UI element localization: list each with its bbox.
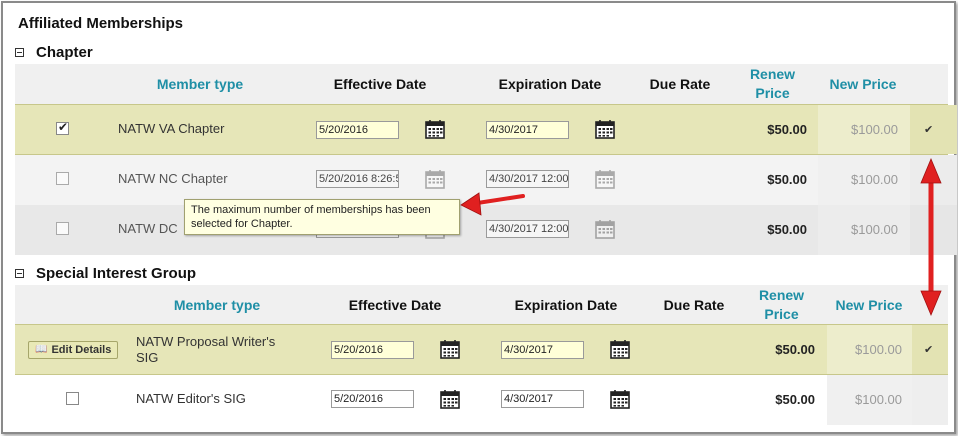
calendar-icon[interactable] [425, 119, 445, 139]
calendar-icon[interactable] [425, 169, 445, 189]
edit-details-label: Edit Details [51, 344, 112, 356]
table-row: NATW DC 4/30/2017 12:00: $50.00 $100.00 [15, 205, 957, 255]
header-expiration-date: Expiration Date [514, 297, 618, 313]
chapter-table: Member type Effective Date Expiration Da… [15, 64, 957, 255]
selected-indicator [910, 205, 957, 255]
checkmark-icon: ✔ [924, 124, 934, 136]
effective-date-input[interactable]: 5/20/2016 8:26:5 [316, 170, 399, 188]
table-row: NATW VA Chapter 5/20/2016 4/30/2017 $50.… [15, 104, 957, 155]
page-title: Affiliated Memberships [18, 15, 184, 32]
header-renew-price[interactable]: Renew Price [739, 286, 824, 324]
member-name-line2: SIG [136, 350, 159, 365]
new-price: $100.00 [855, 342, 902, 357]
new-price-cell: $100.00 [818, 205, 910, 255]
header-due-rate: Due Rate [649, 76, 711, 92]
header-member-type[interactable]: Member type [130, 75, 270, 94]
member-name: NATW VA Chapter [118, 121, 225, 136]
membership-checkbox[interactable] [66, 392, 79, 405]
collapse-minus-icon[interactable] [15, 48, 24, 57]
section-title-sig: Special Interest Group [36, 265, 197, 282]
member-name: NATW Proposal Writer's SIG [136, 334, 275, 366]
renew-price: $50.00 [767, 222, 807, 237]
header-effective-date: Effective Date [333, 76, 427, 92]
effective-date-input[interactable]: 5/20/2016 [316, 121, 399, 139]
expiration-date-input[interactable]: 4/30/2017 12:00: [486, 220, 569, 238]
table-header: Member type Effective Date Expiration Da… [15, 64, 948, 104]
book-icon: 📖 [35, 344, 48, 355]
header-renew-price-line2: Price [764, 306, 799, 322]
table-row: NATW NC Chapter 5/20/2016 8:26:5 4/30/20… [15, 155, 957, 205]
membership-checkbox[interactable] [56, 222, 69, 235]
header-new-price[interactable]: New Price [821, 296, 917, 315]
membership-checkbox[interactable] [56, 172, 69, 185]
renew-price: $50.00 [767, 172, 807, 187]
sig-table: Member type Effective Date Expiration Da… [15, 285, 948, 425]
effective-date-input[interactable]: 5/20/2016 [331, 341, 414, 359]
new-price-cell: $100.00 [818, 105, 910, 154]
selected-indicator [910, 155, 957, 205]
new-price-cell: $100.00 [827, 375, 912, 425]
header-effective-date: Effective Date [348, 297, 442, 313]
calendar-icon[interactable] [595, 169, 615, 189]
edit-details-button[interactable]: 📖 Edit Details [28, 341, 119, 359]
calendar-icon[interactable] [595, 119, 615, 139]
header-renew-price-line1: Renew [749, 66, 796, 82]
calendar-icon[interactable] [610, 339, 630, 359]
header-expiration-date: Expiration Date [498, 76, 602, 92]
new-price-cell: $100.00 [818, 155, 910, 205]
member-name: NATW NC Chapter [118, 171, 228, 186]
new-price: $100.00 [851, 222, 898, 237]
expiration-date-input[interactable]: 4/30/2017 12:00: [486, 170, 569, 188]
renew-price: $50.00 [767, 122, 807, 137]
header-new-price[interactable]: New Price [815, 75, 911, 94]
header-renew-price[interactable]: Renew Price [730, 65, 815, 103]
header-renew-price-line2: Price [755, 85, 790, 101]
section-title-chapter: Chapter [36, 44, 93, 61]
renew-price: $50.00 [775, 342, 815, 357]
table-header: Member type Effective Date Expiration Da… [15, 285, 948, 324]
expiration-date-input[interactable]: 4/30/2017 [501, 341, 584, 359]
new-price-cell: $100.00 [827, 325, 912, 374]
checkmark-icon: ✔ [924, 344, 934, 356]
new-price: $100.00 [855, 392, 902, 407]
renew-price: $50.00 [775, 392, 815, 407]
expiration-date-input[interactable]: 4/30/2017 [501, 390, 584, 408]
member-name: NATW Editor's SIG [136, 391, 246, 406]
collapse-minus-icon[interactable] [15, 269, 24, 278]
effective-date-input[interactable]: 5/20/2016 [331, 390, 414, 408]
calendar-icon[interactable] [440, 339, 460, 359]
max-memberships-tooltip: The maximum number of memberships has be… [184, 199, 460, 235]
table-row: 📖 Edit Details NATW Proposal Writer's SI… [15, 324, 948, 375]
header-member-type[interactable]: Member type [147, 296, 287, 315]
calendar-icon[interactable] [610, 389, 630, 409]
section-header-chapter[interactable]: Chapter [15, 44, 93, 61]
expiration-date-input[interactable]: 4/30/2017 [486, 121, 569, 139]
header-due-rate: Due Rate [663, 297, 725, 313]
section-header-sig[interactable]: Special Interest Group [15, 265, 196, 282]
calendar-icon[interactable] [440, 389, 460, 409]
new-price: $100.00 [851, 122, 898, 137]
calendar-icon[interactable] [595, 219, 615, 239]
header-renew-price-line1: Renew [758, 287, 805, 303]
new-price: $100.00 [851, 172, 898, 187]
table-row: NATW Editor's SIG 5/20/2016 4/30/2017 $5… [15, 375, 948, 425]
affiliated-memberships-panel: Affiliated Memberships Chapter Member ty… [1, 1, 957, 434]
membership-checkbox[interactable] [56, 120, 69, 135]
selected-indicator [912, 375, 948, 425]
selected-indicator: ✔ [912, 325, 948, 374]
selected-indicator: ✔ [910, 105, 957, 154]
member-name: NATW DC [118, 221, 178, 236]
member-name-line1: NATW Proposal Writer's [136, 334, 276, 349]
